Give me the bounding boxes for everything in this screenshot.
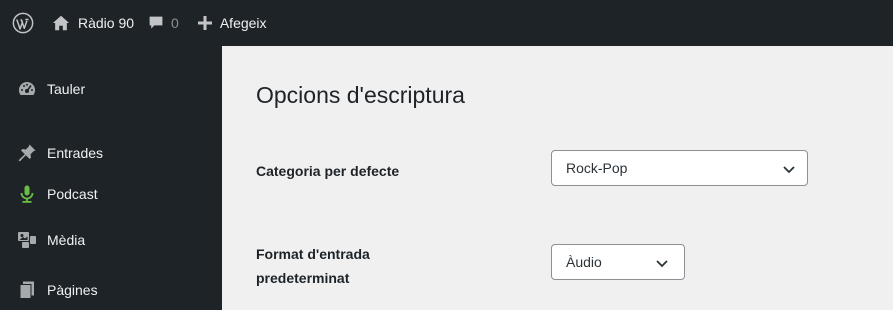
default-category-value: Rock-Pop	[566, 160, 628, 176]
pages-icon	[17, 280, 37, 300]
default-format-label-line2: predeterminat	[256, 270, 350, 286]
default-category-select[interactable]: Rock-Pop	[551, 150, 808, 186]
sidebar-item-pagines[interactable]: Pàgines	[0, 272, 222, 308]
new-content-link[interactable]: Afegeix	[187, 0, 275, 46]
sidebar-item-media[interactable]: Mèdia	[0, 222, 222, 258]
sidebar-item-entrades[interactable]: Entrades	[0, 135, 222, 171]
chevron-down-icon	[656, 260, 668, 268]
sidebar-item-podcast[interactable]: Podcast	[0, 176, 222, 212]
pin-icon	[17, 143, 37, 163]
default-format-value: Àudio	[566, 254, 602, 270]
main-content: Opcions d'escriptura Categoria per defec…	[222, 46, 893, 310]
comment-icon	[149, 16, 163, 29]
home-icon	[52, 15, 70, 31]
sidebar-item-label: Pàgines	[47, 282, 98, 298]
media-icon	[17, 230, 37, 250]
site-name-link[interactable]: Ràdio 90	[46, 0, 142, 46]
admin-sidebar: Tauler Entrades Podcast Mèdia Pàgines	[0, 46, 222, 310]
admin-bar: Ràdio 90 0 Afegeix	[0, 0, 893, 46]
new-content-label: Afegeix	[219, 15, 267, 31]
sidebar-item-label: Entrades	[47, 145, 104, 161]
default-category-label: Categoria per defecte	[256, 163, 400, 179]
comments-link[interactable]: 0	[142, 0, 187, 46]
sidebar-item-label: Podcast	[47, 186, 98, 202]
default-format-label: Format d'entrada predeterminat	[256, 242, 370, 290]
chevron-down-icon	[783, 166, 795, 174]
comments-count: 0	[171, 15, 179, 31]
default-format-select[interactable]: Àudio	[551, 244, 685, 280]
page-title: Opcions d'escriptura	[256, 82, 465, 108]
microphone-icon	[17, 184, 37, 204]
wordpress-icon	[12, 12, 34, 34]
default-format-label-line1: Format d'entrada	[256, 246, 370, 262]
wordpress-logo-button[interactable]	[0, 0, 46, 46]
sidebar-item-label: Mèdia	[47, 232, 86, 248]
dashboard-icon	[17, 79, 37, 99]
sidebar-item-tauler[interactable]: Tauler	[0, 71, 222, 107]
plus-icon	[197, 16, 212, 30]
site-name-label: Ràdio 90	[78, 15, 135, 31]
sidebar-item-label: Tauler	[47, 81, 86, 97]
